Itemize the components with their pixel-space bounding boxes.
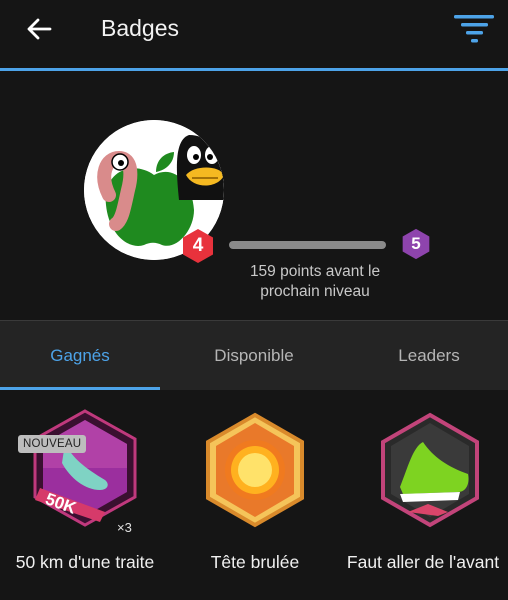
badge-name: Tête brulée bbox=[210, 552, 300, 572]
points-remaining-text: 159 points avant le prochain niveau bbox=[249, 263, 381, 300]
page-title: Badges bbox=[101, 15, 180, 41]
badge-name: 50 km d'une traite bbox=[15, 552, 155, 572]
app-bar: Badges bbox=[0, 0, 508, 68]
filter-icon bbox=[454, 15, 494, 43]
badge-multiplier: ×3 bbox=[117, 520, 132, 535]
next-level-number: 5 bbox=[411, 234, 421, 253]
badge-item[interactable]: NOUVEAU 50K ×3 50 km d'une traite bbox=[0, 390, 170, 600]
running-shoe-50k-badge-icon bbox=[33, 409, 137, 527]
badges-grid: NOUVEAU 50K ×3 50 km d'une traite Tête b… bbox=[0, 390, 508, 600]
tab-available-label: Disponible bbox=[214, 345, 294, 365]
new-tag: NOUVEAU bbox=[18, 435, 87, 453]
badge-item[interactable]: Tête brulée bbox=[170, 390, 340, 600]
back-button[interactable] bbox=[22, 12, 56, 46]
tab-earned[interactable]: Gagnés bbox=[0, 321, 160, 390]
current-level-number: 4 bbox=[192, 235, 204, 256]
arrow-left-icon bbox=[27, 18, 52, 40]
next-level-badge: 5 bbox=[400, 228, 432, 260]
tab-leaders[interactable]: Leaders bbox=[350, 321, 508, 390]
tab-earned-label: Gagnés bbox=[50, 345, 110, 365]
sneaker-badge-icon bbox=[381, 412, 479, 528]
tab-leaders-label: Leaders bbox=[398, 345, 460, 365]
tab-bar: Gagnés Disponible Leaders bbox=[0, 321, 508, 390]
badge-item[interactable]: Faut aller de l'avant bbox=[338, 390, 508, 600]
current-level-badge: 4 bbox=[180, 228, 216, 264]
sun-badge-icon bbox=[206, 412, 304, 528]
badge-name: Faut aller de l'avant bbox=[346, 552, 500, 572]
filter-button[interactable] bbox=[452, 14, 496, 44]
tab-available[interactable]: Disponible bbox=[170, 321, 338, 390]
level-progress-bar bbox=[229, 241, 386, 249]
